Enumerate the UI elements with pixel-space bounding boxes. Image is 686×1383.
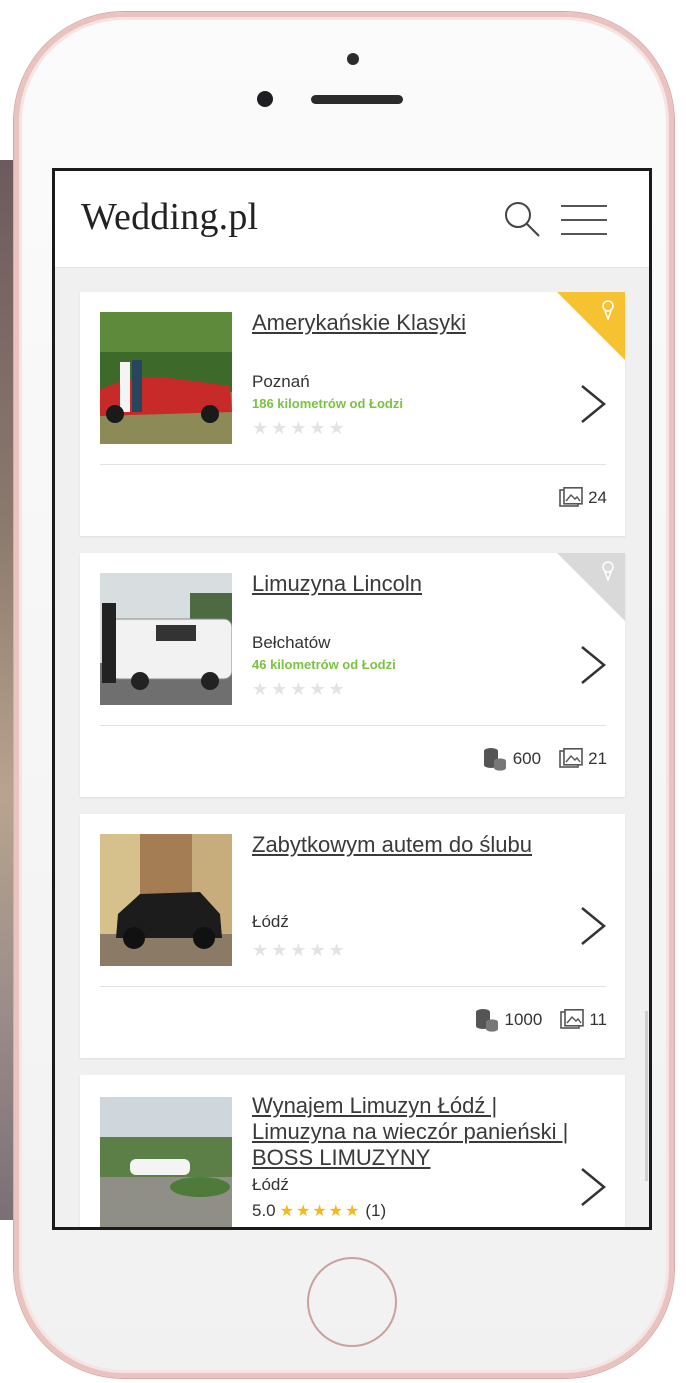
photo-gallery-icon — [559, 748, 583, 768]
bouquet-icon — [602, 561, 614, 581]
chevron-right-icon[interactable] — [578, 1165, 608, 1209]
app-header: Wedding.pl — [55, 171, 649, 268]
front-camera — [257, 91, 273, 107]
listing-distance: 46 kilometrów od Łodzi — [252, 657, 396, 672]
listing-rating: 5.0 ★★★★★ (1) — [252, 1201, 386, 1221]
guest-capacity-value: 600 — [512, 749, 542, 768]
card-divider — [100, 464, 606, 465]
listing-stats: 1000 11 — [474, 1008, 607, 1032]
listing-title[interactable]: Limuzyna Lincoln — [252, 571, 592, 597]
listing-thumbnail[interactable] — [100, 312, 232, 444]
photo-gallery-icon — [560, 1009, 585, 1029]
photo-count-value: 24 — [588, 488, 607, 507]
listing-stats: 600 21 — [482, 747, 607, 771]
listing-card[interactable]: Amerykańskie Klasyki Poznań 186 kilometr… — [80, 292, 625, 536]
rating-stars: ★★★★★ — [252, 679, 348, 699]
photo-gallery-icon — [559, 487, 583, 507]
scrollbar[interactable] — [645, 1011, 648, 1181]
chevron-right-icon[interactable] — [578, 904, 608, 948]
rating-stars: ★★★★★ — [252, 940, 348, 960]
listing-city: Bełchatów — [252, 633, 331, 652]
guest-capacity-value: 1000 — [504, 1010, 543, 1029]
listing-city: Poznań — [252, 372, 310, 391]
hamburger-menu-icon[interactable] — [561, 203, 607, 237]
listing-card[interactable]: Zabytkowym autem do ślubu Łódź ★★★★★ 100… — [80, 814, 625, 1058]
photo-count: 21 — [559, 748, 607, 770]
bouquet-icon — [602, 300, 614, 320]
card-divider — [100, 725, 606, 726]
listing-title[interactable]: Amerykańskie Klasyki — [252, 310, 592, 336]
listing-thumbnail[interactable] — [100, 1097, 232, 1227]
listing-distance: 186 kilometrów od Łodzi — [252, 396, 403, 411]
coins-icon — [475, 1009, 498, 1032]
photo-count-value: 21 — [588, 749, 607, 768]
app-logo[interactable]: Wedding.pl — [81, 195, 258, 239]
rating-stars: ★★★★★ — [279, 1203, 362, 1220]
listing-thumbnail[interactable] — [100, 834, 232, 966]
rating-count: (1) — [365, 1201, 387, 1220]
listing-card[interactable]: Wynajem Limuzyn Łódź | Limuzyna na wiecz… — [80, 1075, 625, 1227]
listing-city: Łódź — [252, 912, 289, 931]
listing-card[interactable]: Limuzyna Lincoln Bełchatów 46 kilometrów… — [80, 553, 625, 797]
coins-icon — [483, 748, 506, 771]
guest-capacity: 600 — [482, 747, 541, 771]
rating-value: 5.0 — [252, 1201, 276, 1220]
search-icon[interactable] — [502, 199, 542, 239]
front-sensor — [347, 53, 359, 65]
phone-screen: Wedding.pl Amerykańskie Klasyki Poznań 1… — [52, 168, 652, 1230]
home-button[interactable] — [307, 1257, 397, 1347]
listing-city: Łódź — [252, 1175, 289, 1194]
photo-count: 24 — [559, 487, 607, 509]
photo-count: 11 — [560, 1009, 607, 1031]
listing-stats: 24 — [559, 486, 607, 510]
listing-title[interactable]: Wynajem Limuzyn Łódź | Limuzyna na wiecz… — [252, 1093, 592, 1171]
photo-count-value: 11 — [589, 1010, 607, 1029]
chevron-right-icon[interactable] — [578, 643, 608, 687]
card-divider — [100, 986, 606, 987]
listing-title[interactable]: Zabytkowym autem do ślubu — [252, 832, 592, 858]
earpiece-speaker — [311, 95, 403, 104]
listing-thumbnail[interactable] — [100, 573, 232, 705]
chevron-right-icon[interactable] — [578, 382, 608, 426]
rating-stars: ★★★★★ — [252, 418, 348, 438]
guest-capacity: 1000 — [474, 1008, 543, 1032]
